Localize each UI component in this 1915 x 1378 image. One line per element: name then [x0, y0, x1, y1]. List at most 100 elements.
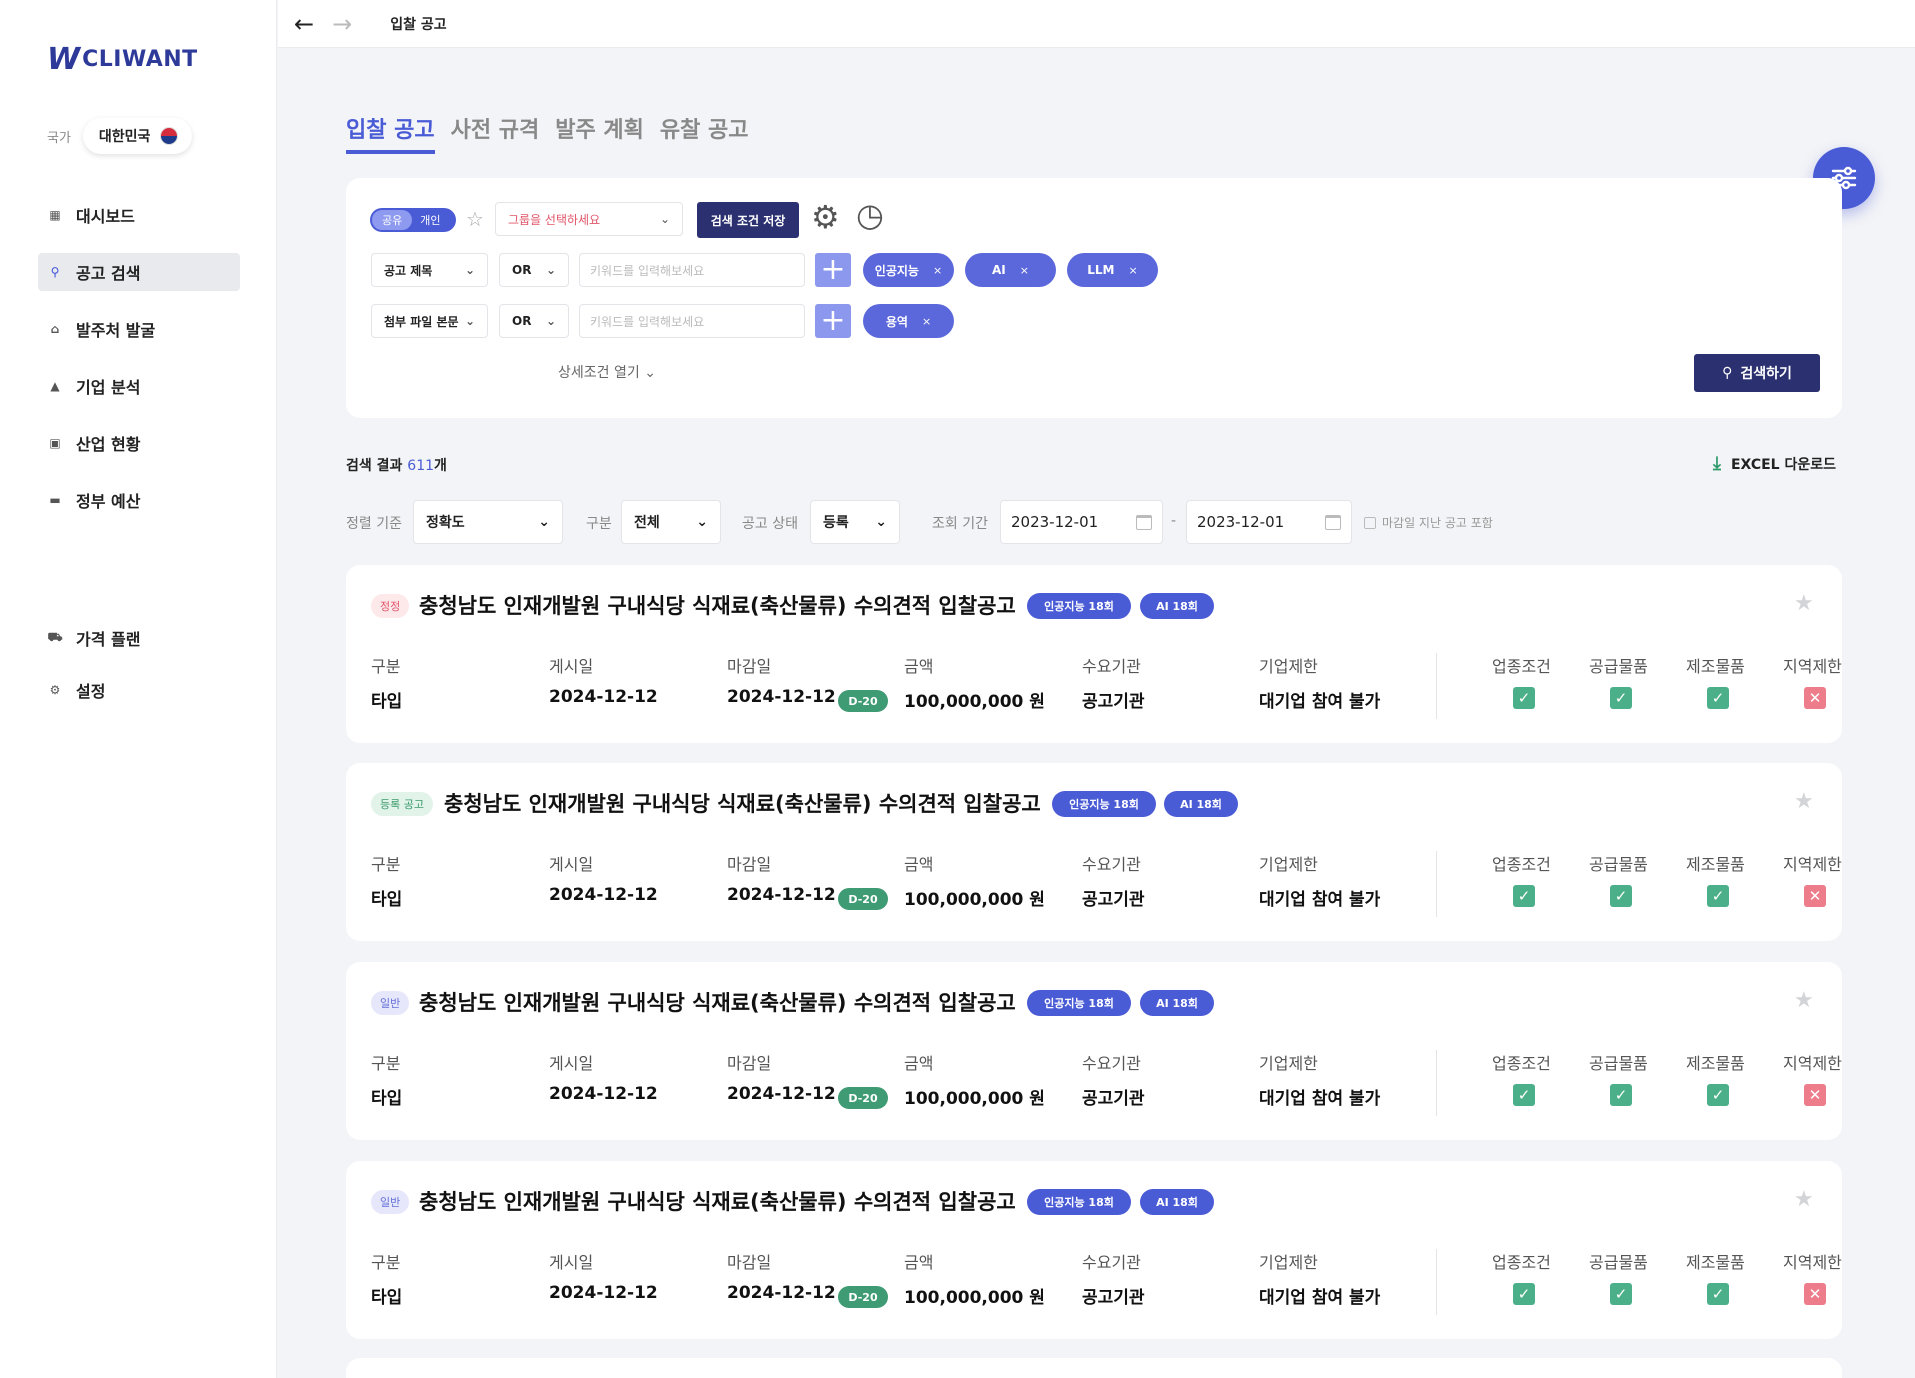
keyword-input-2[interactable]: 키워드를 입력해보세요: [579, 304, 805, 338]
column-header: 지역제한: [1783, 1054, 1842, 1073]
country-pill[interactable]: 대한민국: [82, 118, 193, 154]
sidebar-item-industry-status[interactable]: ▣ 산업 현황: [38, 424, 240, 462]
sidebar-item-client-discovery[interactable]: ⌂ 발주처 발굴: [38, 310, 240, 348]
sidebar-item-government-budget[interactable]: ▬ 정부 예산: [38, 481, 240, 519]
close-icon[interactable]: ×: [1020, 264, 1029, 277]
card-title[interactable]: 충청남도 인재개발원 구내식당 식재료(축산물류) 수의견적 입찰공고: [419, 590, 1016, 620]
result-card[interactable]: 일반 충청남도 인재개발원 구내식당 식재료(축산물류) 수의견적 입찰공고 인공지…: [346, 962, 1842, 1140]
field-select-attachment[interactable]: 첨부 파일 본문 ⌄: [371, 304, 488, 338]
status-badge: 정정: [371, 594, 410, 618]
detail-conditions-toggle[interactable]: 상세조건 열기 ⌄: [558, 362, 656, 382]
column-header: 마감일: [727, 1054, 772, 1073]
tab-order-plan[interactable]: 발주 계획: [555, 112, 644, 154]
calendar-icon: [1325, 514, 1341, 530]
country-value: 대한민국: [98, 129, 151, 145]
column-header: 제조물품: [1686, 1054, 1745, 1073]
back-arrow-icon[interactable]: ←: [294, 10, 314, 38]
keyword-hit-tag: AI 18회: [1140, 990, 1214, 1016]
chip-label: 용역: [885, 314, 908, 329]
result-card[interactable]: 등록 공고 충청남도 인재개발원 구내식당 식재료(축산물류) 수의견적 입찰공고…: [346, 763, 1842, 941]
result-card-partial[interactable]: [346, 1358, 1842, 1378]
column-value-posted: 2024-12-12: [549, 1084, 658, 1104]
operator-select-1[interactable]: OR ⌄: [499, 253, 569, 287]
date-to-input[interactable]: 2023-12-01: [1186, 500, 1352, 544]
card-title[interactable]: 충청남도 인재개발원 구내식당 식재료(축산물류) 수의견적 입찰공고: [444, 788, 1041, 818]
sidebar-item-bid-search[interactable]: ⚲ 공고 검색: [38, 253, 240, 291]
close-icon[interactable]: ×: [933, 264, 942, 277]
card-title[interactable]: 충청남도 인재개발원 구내식당 식재료(축산물류) 수의견적 입찰공고: [419, 987, 1016, 1017]
sidebar-item-settings[interactable]: ⚙ 설정: [38, 671, 240, 709]
close-icon[interactable]: ×: [1129, 264, 1138, 277]
keyword-chip[interactable]: 용역 ×: [863, 304, 954, 338]
star-icon[interactable]: ★: [1794, 1187, 1814, 1212]
pin-icon[interactable]: ☆: [466, 207, 484, 231]
column-header: 금액: [904, 657, 934, 676]
column-value-amount: 100,000,000 원: [904, 890, 1045, 910]
share-toggle[interactable]: 공유 개인: [370, 208, 456, 232]
cross-icon: ✕: [1804, 687, 1826, 709]
search-button[interactable]: ⚲ 검색하기: [1694, 354, 1820, 392]
sidebar-item-pricing[interactable]: ⛟ 가격 플랜: [38, 619, 240, 657]
keyword-chip[interactable]: LLM ×: [1067, 253, 1158, 287]
column-header: 게시일: [549, 1253, 594, 1272]
chip-label: LLM: [1087, 263, 1115, 277]
column-header: 공급물품: [1589, 657, 1648, 676]
sidebar-item-label: 산업 현황: [76, 435, 141, 454]
sidebar: W CLIWANT 국가 대한민국 ▦ 대시보드 ⚲ 공고 검색 ⌂ 발주처 발…: [0, 0, 277, 1378]
tab-failed-bid[interactable]: 유찰 공고: [660, 112, 749, 154]
chart-icon: ▲: [50, 379, 60, 393]
star-icon[interactable]: ★: [1794, 789, 1814, 814]
tab-bid-notice[interactable]: 입찰 공고: [346, 112, 435, 154]
tab-pre-spec[interactable]: 사전 규격: [451, 112, 540, 154]
chevron-down-icon: ⌄: [464, 314, 475, 328]
keyword-hit-tag: 인공지능 18회: [1027, 990, 1131, 1016]
excel-label: EXCEL 다운로드: [1730, 456, 1836, 473]
history-icon[interactable]: ◷: [856, 196, 884, 234]
column-header: 구분: [371, 1253, 401, 1272]
operator-value: OR: [512, 314, 532, 328]
detail-toggle-label: 상세조건 열기: [558, 365, 640, 381]
status-select[interactable]: 등록 ⌄: [810, 500, 900, 544]
sidebar-item-dashboard[interactable]: ▦ 대시보드: [38, 196, 240, 234]
date-separator: -: [1171, 513, 1177, 529]
close-icon[interactable]: ×: [922, 315, 931, 328]
field-select-title[interactable]: 공고 제목 ⌄: [371, 253, 488, 287]
column-header: 마감일: [727, 1253, 772, 1272]
field-select-value: 공고 제목: [384, 263, 433, 278]
result-card[interactable]: 일반 충청남도 인재개발원 구내식당 식재료(축산물류) 수의견적 입찰공고 인공지…: [346, 1161, 1842, 1339]
add-keyword-button-1[interactable]: +: [815, 253, 851, 287]
gear-icon[interactable]: ⚙: [811, 198, 840, 236]
column-header: 구분: [371, 1054, 401, 1073]
forward-arrow-icon[interactable]: →: [332, 10, 352, 38]
sort-select[interactable]: 정확도 ⌄: [413, 500, 563, 544]
type-label: 구분: [586, 516, 612, 532]
column-value-deadline: 2024-12-12: [727, 885, 836, 905]
column-header: 게시일: [549, 855, 594, 874]
save-search-button[interactable]: 검색 조건 저장: [697, 202, 799, 238]
sort-filter-row: 정렬 기준 정확도 ⌄ 구분 전체 ⌄ 공고 상태 등록 ⌄ 조회 기간 202…: [346, 500, 1546, 544]
column-value-agency: 공고기관: [1082, 1288, 1145, 1308]
search-icon: ⚲: [1722, 365, 1733, 381]
cross-icon: ✕: [1804, 1084, 1826, 1106]
excel-download-button[interactable]: ⤓ EXCEL 다운로드: [1713, 453, 1836, 474]
card-title[interactable]: 충청남도 인재개발원 구내식당 식재료(축산물류) 수의견적 입찰공고: [419, 1186, 1016, 1216]
keyword-input-1[interactable]: 키워드를 입력해보세요: [579, 253, 805, 287]
keyword-chip[interactable]: 인공지능 ×: [863, 253, 954, 287]
keyword-chip[interactable]: AI ×: [965, 253, 1056, 287]
check-icon: ✓: [1707, 1084, 1729, 1106]
add-keyword-button-2[interactable]: +: [815, 304, 851, 338]
type-select[interactable]: 전체 ⌄: [621, 500, 721, 544]
operator-select-2[interactable]: OR ⌄: [499, 304, 569, 338]
keyword-hit-tag: 인공지능 18회: [1052, 791, 1156, 817]
sidebar-item-company-analysis[interactable]: ▲ 기업 분석: [38, 367, 240, 405]
group-select[interactable]: 그룹을 선택하세요 ⌄: [495, 202, 683, 236]
check-icon: ✓: [1707, 687, 1729, 709]
star-icon[interactable]: ★: [1794, 591, 1814, 616]
star-icon[interactable]: ★: [1794, 988, 1814, 1013]
logo[interactable]: W CLIWANT: [47, 42, 198, 77]
include-expired-checkbox[interactable]: 마감일 지난 공고 포함: [1364, 514, 1493, 531]
result-card[interactable]: 정정 충청남도 인재개발원 구내식당 식재료(축산물류) 수의견적 입찰공고 인공지…: [346, 565, 1842, 743]
date-from-input[interactable]: 2023-12-01: [1000, 500, 1163, 544]
column-value-amount: 100,000,000 원: [904, 692, 1045, 712]
column-value-amount: 100,000,000 원: [904, 1089, 1045, 1109]
